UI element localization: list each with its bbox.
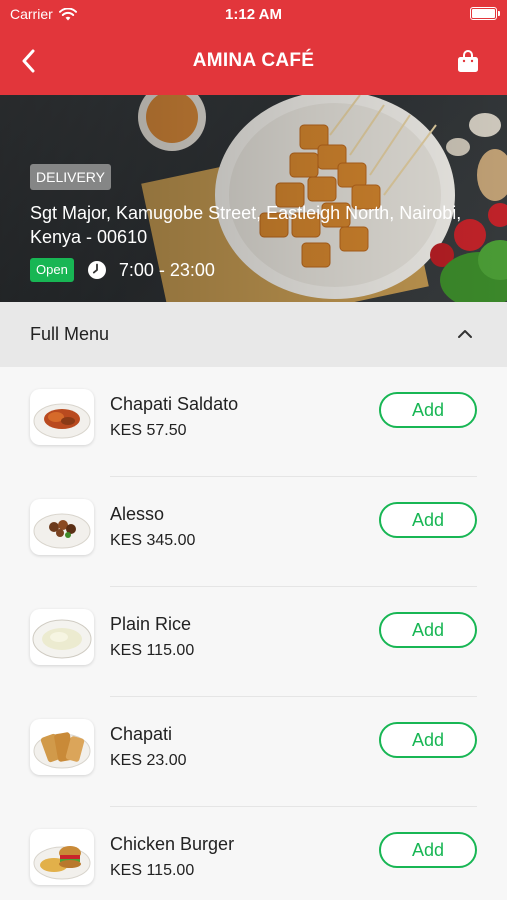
dish-thumbnail <box>30 609 94 665</box>
dish-thumbnail <box>30 719 94 775</box>
delivery-badge: DELIVERY <box>30 164 111 190</box>
shopping-bag-icon <box>458 50 478 72</box>
dish-price: KES 23.00 <box>110 752 187 769</box>
opening-hours-row: Open 7:00 - 23:00 <box>30 257 215 283</box>
status-bar: Carrier 1:12 AM <box>0 0 507 28</box>
restaurant-banner: DELIVERY Sgt Major, Kamugobe Street, Eas… <box>0 95 507 302</box>
dish-name: Chapati <box>110 724 173 744</box>
clock-time: 1:12 AM <box>225 6 282 23</box>
dish-price: KES 115.00 <box>110 642 195 659</box>
restaurant-address: Sgt Major, Kamugobe Street, Eastleigh No… <box>30 203 462 247</box>
battery-icon <box>470 7 500 20</box>
add-to-cart-button[interactable]: Add <box>379 832 477 868</box>
menu-item: Alesso KES 345.00 Add <box>0 477 507 587</box>
dish-thumbnail <box>30 389 94 445</box>
dish-name: Chicken Burger <box>110 834 235 854</box>
full-menu-section-header[interactable]: Full Menu <box>0 302 507 367</box>
add-to-cart-button[interactable]: Add <box>379 612 477 648</box>
navigation-bar: AMINA CAFÉ <box>0 38 507 84</box>
opening-hours: 7:00 - 23:00 <box>118 259 215 280</box>
menu-item: Chicken Burger KES 115.00 Add <box>0 807 507 900</box>
dish-name: Alesso <box>110 504 165 524</box>
dish-price: KES 345.00 <box>110 532 196 549</box>
dish-name: Plain Rice <box>110 614 192 634</box>
clock-icon <box>87 260 107 280</box>
cart-button[interactable] <box>453 46 483 76</box>
dish-name: Chapati Saldato <box>110 394 239 414</box>
dish-price: KES 57.50 <box>110 422 187 439</box>
menu-item-list: Chapati Saldato KES 57.50 Add Alesso KES… <box>0 367 507 900</box>
open-status-badge: Open <box>30 258 74 282</box>
menu-item: Plain Rice KES 115.00 Add <box>0 587 507 697</box>
add-to-cart-button[interactable]: Add <box>379 722 477 758</box>
app-header: Carrier 1:12 AM AMINA CAFÉ <box>0 0 507 95</box>
add-to-cart-button[interactable]: Add <box>379 502 477 538</box>
page-title: AMINA CAFÉ <box>192 50 315 71</box>
add-to-cart-button[interactable]: Add <box>379 392 477 428</box>
menu-item: Chapati KES 23.00 Add <box>0 697 507 807</box>
dish-thumbnail <box>30 499 94 555</box>
menu-item: Chapati Saldato KES 57.50 Add <box>0 367 507 477</box>
menu-section-title: Full Menu <box>30 324 110 344</box>
chevron-up-icon <box>457 326 473 342</box>
dish-thumbnail <box>30 829 94 885</box>
dish-price: KES 115.00 <box>110 862 195 879</box>
